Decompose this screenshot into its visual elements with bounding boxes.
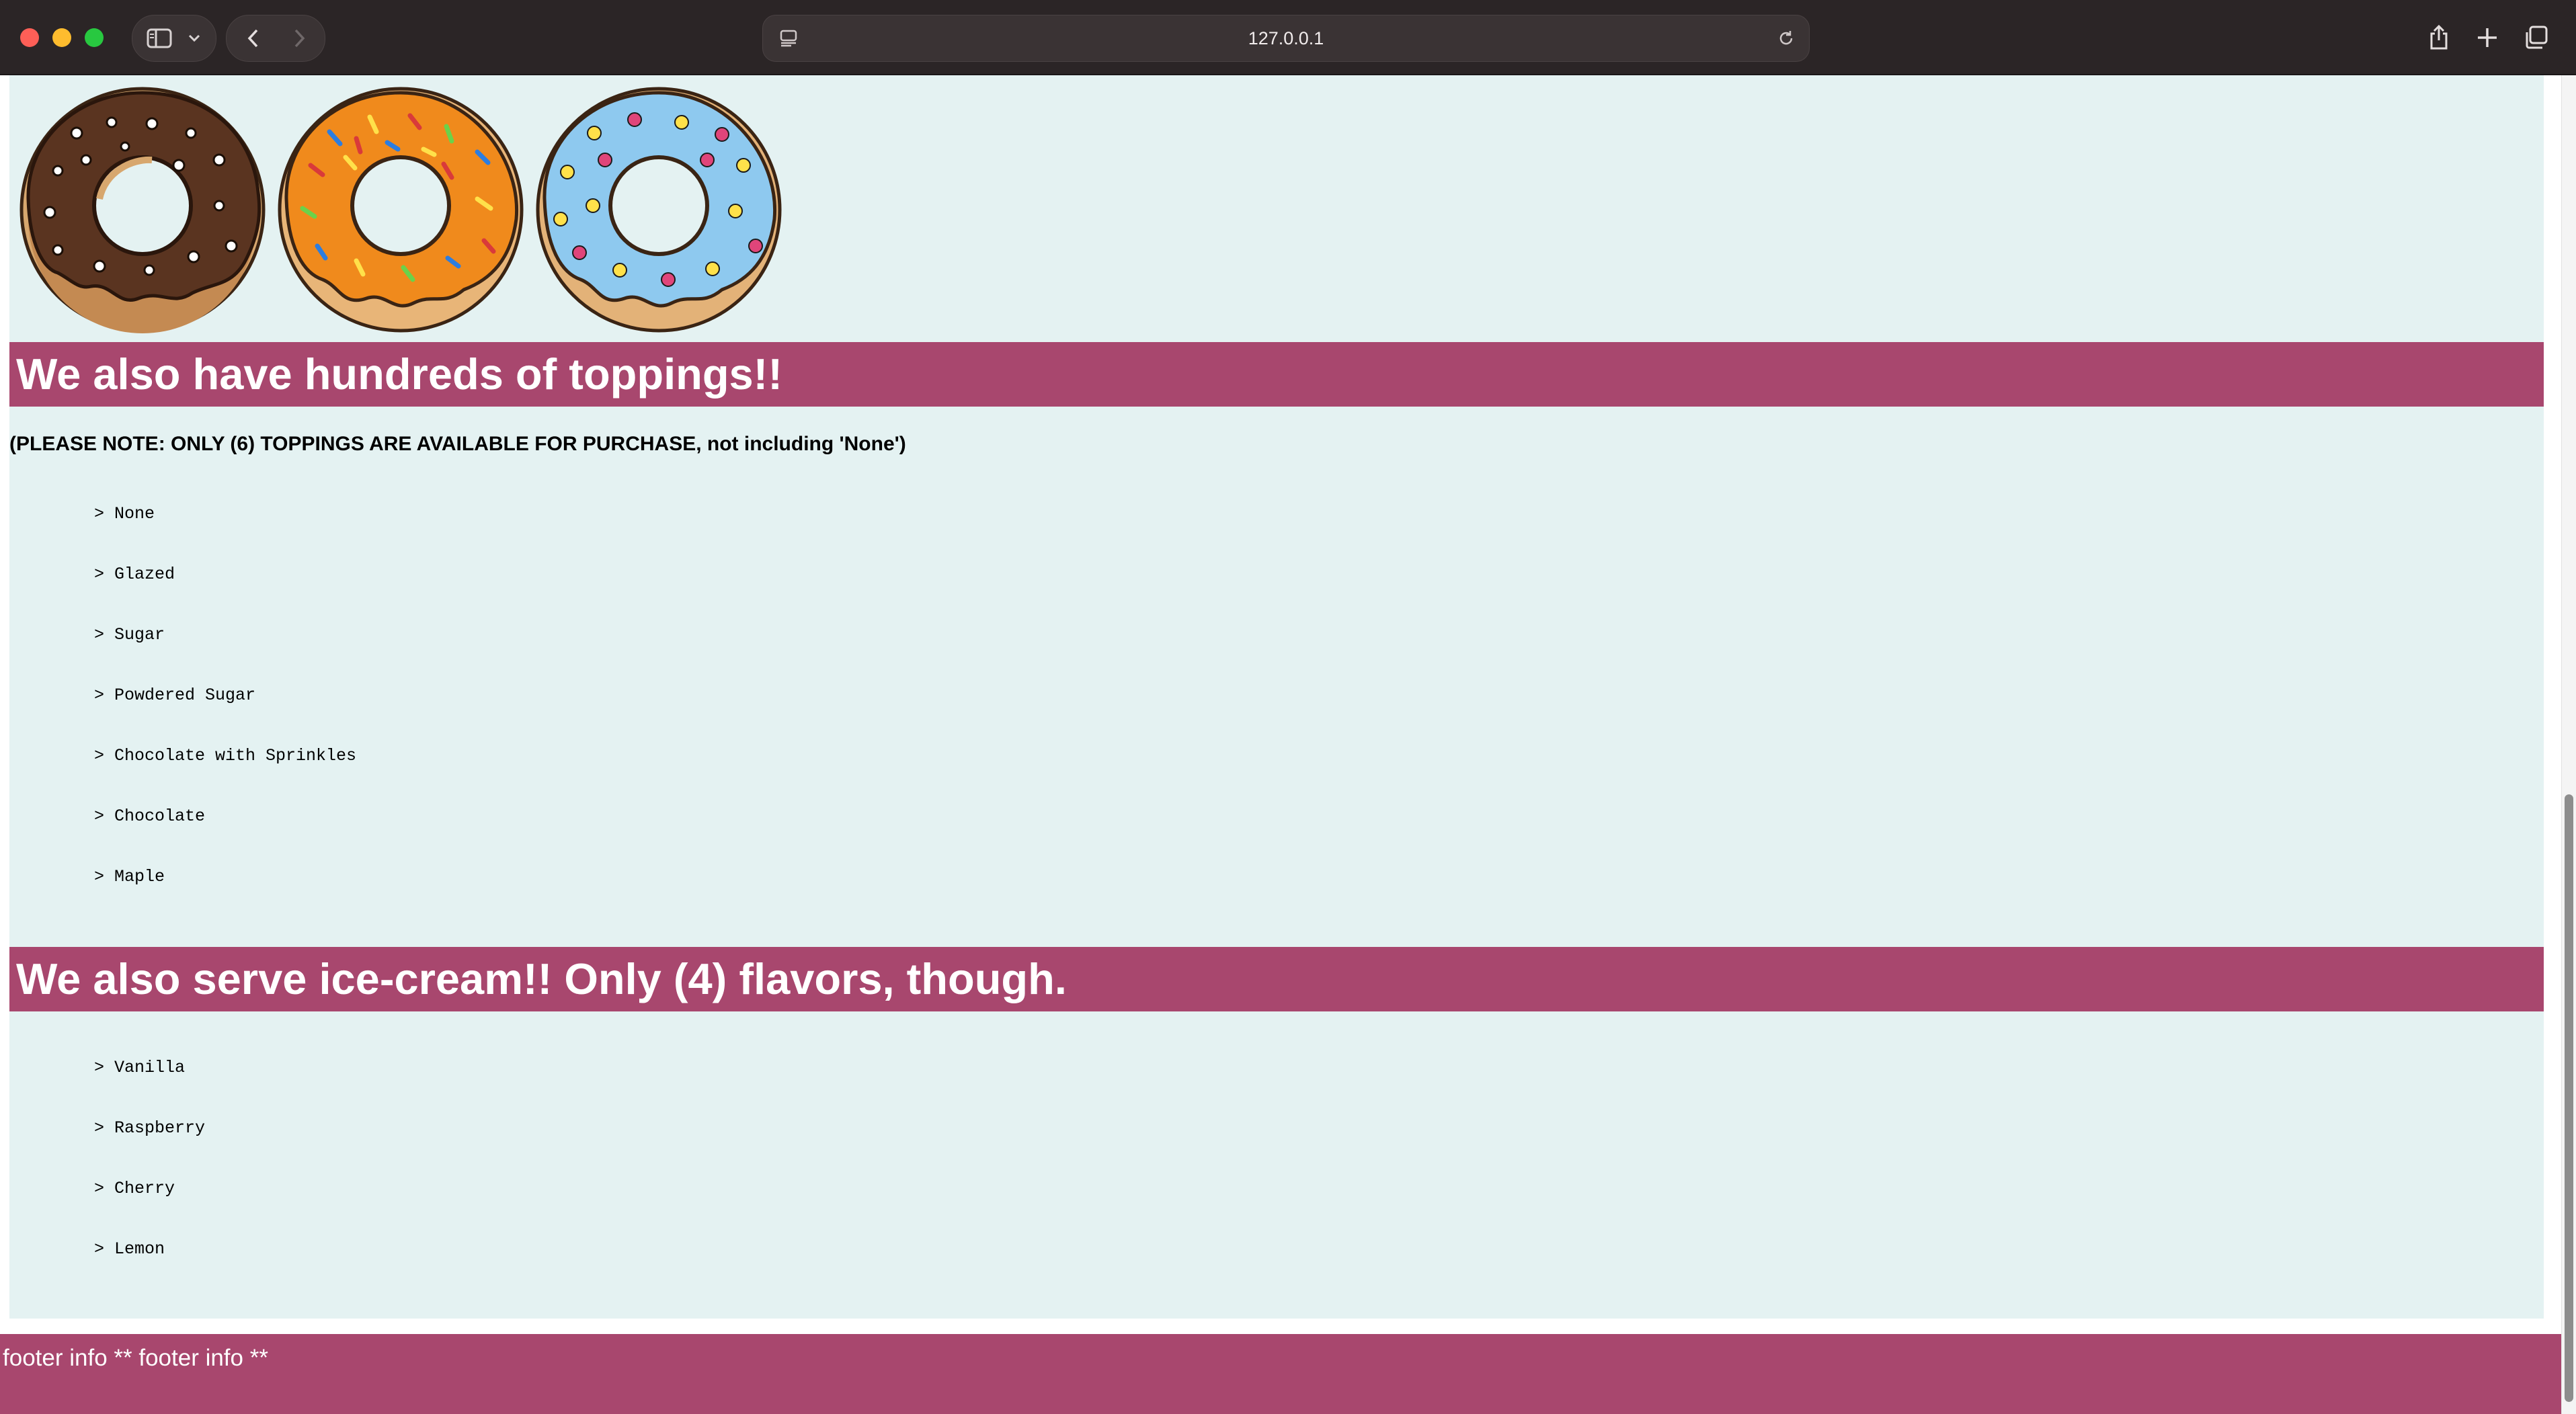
toppings-heading: We also have hundreds of toppings!! (9, 342, 2544, 407)
main-content: We also have hundreds of toppings!! (PLE… (9, 75, 2544, 1319)
scrollbar-thumb[interactable] (2565, 794, 2573, 1402)
ice-cream-heading: We also serve ice-cream!! Only (4) flavo… (9, 947, 2544, 1011)
chevron-left-icon (247, 29, 258, 48)
flavor-item: > Raspberry (94, 1118, 206, 1138)
navigation-buttons (226, 15, 325, 62)
page-footer: footer info ** footer info ** (0, 1334, 2561, 1414)
star-donut-image (536, 87, 782, 333)
forward-button[interactable] (279, 15, 319, 61)
flavor-item: > Cherry (94, 1179, 175, 1198)
topping-item: > Powdered Sugar (94, 685, 256, 705)
topping-item: > Glazed (94, 565, 175, 584)
topping-item: > None (94, 504, 155, 524)
flavor-item: > Vanilla (94, 1058, 186, 1077)
minimize-window-button[interactable] (52, 28, 71, 47)
share-icon[interactable] (2420, 19, 2458, 56)
toppings-note: (PLEASE NOTE: ONLY (6) TOPPINGS ARE AVAI… (9, 433, 906, 455)
plus-icon[interactable] (2468, 19, 2506, 56)
topping-item: > Chocolate with Sprinkles (94, 746, 357, 765)
topping-item: > Chocolate (94, 806, 206, 826)
back-button[interactable] (233, 15, 274, 61)
chocolate-donut-image (19, 87, 266, 333)
browser-toolbar: 127.0.0.1 (0, 0, 2576, 75)
chevron-down-icon[interactable] (181, 15, 208, 61)
tab-overview-icon[interactable] (2517, 19, 2554, 56)
page-viewport: We also have hundreds of toppings!! (PLE… (0, 75, 2561, 1414)
sidebar-icon (140, 15, 178, 61)
topping-item: > Sugar (94, 625, 165, 644)
close-window-button[interactable] (20, 28, 39, 47)
address-bar[interactable]: 127.0.0.1 (762, 15, 1810, 62)
reload-icon[interactable] (1770, 15, 1802, 61)
maximize-window-button[interactable] (85, 28, 104, 47)
vertical-scrollbar[interactable] (2561, 75, 2576, 1414)
flavor-item: > Lemon (94, 1239, 165, 1259)
topping-item: > Maple (94, 867, 165, 886)
footer-text: footer info ** footer info ** (3, 1345, 268, 1371)
url-text: 127.0.0.1 (1248, 28, 1324, 48)
sprinkle-donut-image (278, 87, 524, 333)
sidebar-toggle-button[interactable] (132, 15, 216, 62)
chevron-right-icon (294, 29, 305, 48)
